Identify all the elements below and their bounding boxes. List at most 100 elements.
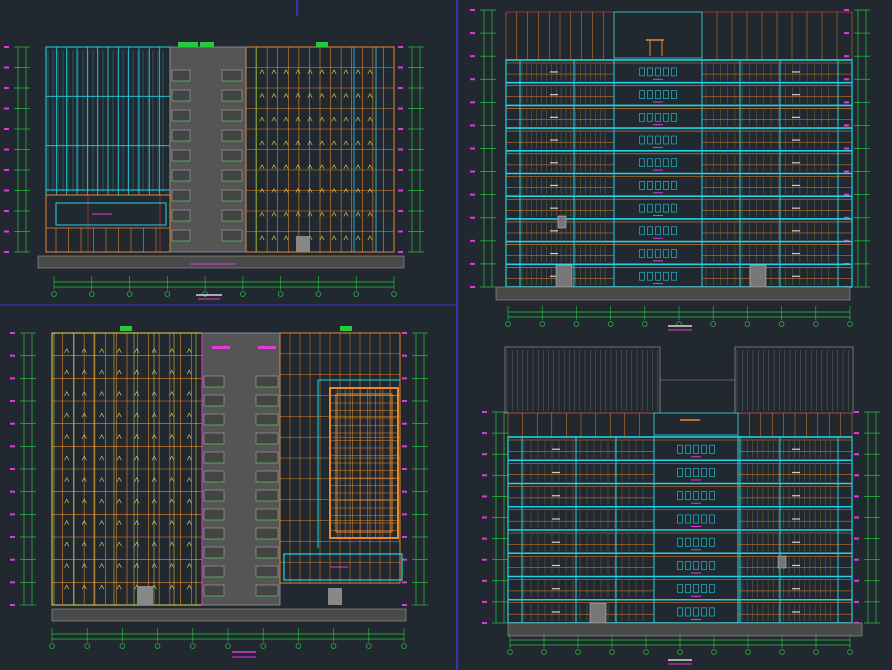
roof-label bbox=[316, 42, 328, 47]
balcony-left bbox=[203, 375, 225, 388]
ground-plinth bbox=[507, 622, 863, 637]
level-tag bbox=[470, 55, 475, 58]
balcony-right bbox=[221, 209, 243, 222]
room-label bbox=[550, 207, 558, 209]
level-tag bbox=[470, 239, 475, 242]
level-tag bbox=[10, 332, 15, 334]
room-label bbox=[792, 471, 800, 474]
balcony-right bbox=[221, 69, 243, 82]
level-tag bbox=[402, 558, 407, 561]
level-tag bbox=[10, 468, 15, 470]
balcony-left bbox=[203, 527, 225, 540]
balcony-right bbox=[255, 394, 279, 407]
level-tag bbox=[470, 147, 475, 150]
level-tag bbox=[398, 169, 403, 171]
room-label bbox=[552, 588, 560, 590]
room-label bbox=[792, 94, 800, 96]
balcony-right bbox=[255, 432, 279, 445]
level-tag bbox=[4, 148, 9, 151]
level-tag bbox=[4, 87, 9, 89]
level-tag bbox=[844, 9, 849, 11]
level-tag bbox=[470, 262, 475, 265]
level-tag bbox=[4, 251, 9, 253]
roof-tag bbox=[258, 346, 276, 349]
balcony-left bbox=[171, 189, 191, 202]
curtain-block-grid bbox=[330, 388, 398, 538]
door bbox=[777, 555, 787, 569]
balcony-left bbox=[203, 508, 225, 521]
level-tag bbox=[402, 354, 407, 357]
balcony-left bbox=[171, 129, 191, 142]
room-label bbox=[550, 230, 558, 232]
level-tag bbox=[402, 604, 407, 606]
balcony-right bbox=[255, 489, 279, 502]
level-tag bbox=[10, 604, 15, 606]
level-tag bbox=[398, 251, 403, 253]
level-tag bbox=[4, 128, 9, 130]
balcony-left bbox=[171, 109, 191, 122]
door bbox=[557, 215, 567, 229]
balcony-right bbox=[221, 229, 243, 242]
entrance-door bbox=[296, 236, 310, 252]
level-tag bbox=[402, 422, 407, 425]
level-tag bbox=[470, 193, 475, 196]
room-label bbox=[552, 564, 560, 567]
level-tag bbox=[482, 558, 487, 561]
level-tag bbox=[402, 445, 407, 448]
level-tag bbox=[10, 581, 15, 584]
balcony-right bbox=[255, 413, 279, 426]
balcony-left bbox=[171, 169, 191, 182]
balcony-left bbox=[171, 209, 191, 222]
level-tag bbox=[402, 332, 407, 334]
roof-tag bbox=[212, 346, 230, 349]
level-tag bbox=[470, 78, 475, 81]
level-tag bbox=[482, 474, 487, 477]
balcony-right bbox=[221, 149, 243, 162]
level-tag bbox=[470, 216, 475, 219]
room-label bbox=[552, 471, 560, 474]
level-tag bbox=[470, 170, 475, 173]
level-tag bbox=[482, 453, 487, 456]
level-tag bbox=[482, 579, 487, 582]
level-tag bbox=[854, 516, 859, 519]
roof-label bbox=[200, 42, 214, 47]
level-tag bbox=[854, 600, 859, 603]
level-tag bbox=[402, 468, 407, 470]
balcony-right bbox=[221, 189, 243, 202]
level-tag bbox=[10, 422, 15, 425]
level-tag bbox=[4, 46, 9, 48]
level-tag bbox=[482, 495, 487, 498]
room-label bbox=[792, 448, 800, 450]
room-label bbox=[792, 495, 800, 497]
room-label bbox=[792, 116, 800, 118]
level-tag bbox=[10, 513, 15, 516]
room-label bbox=[552, 541, 560, 543]
room-label bbox=[550, 139, 558, 141]
level-tag bbox=[844, 147, 849, 150]
cad-drawing-canvas[interactable] bbox=[0, 0, 892, 670]
level-tag bbox=[482, 537, 487, 540]
door bbox=[589, 602, 607, 624]
level-tag bbox=[398, 230, 403, 233]
level-tag bbox=[398, 107, 403, 110]
roof-label bbox=[340, 326, 352, 331]
level-tag bbox=[854, 453, 859, 456]
level-tag bbox=[844, 32, 849, 35]
level-tag bbox=[482, 411, 487, 413]
level-tag bbox=[10, 536, 15, 538]
room-label bbox=[792, 162, 800, 164]
level-tag bbox=[10, 354, 15, 357]
level-tag bbox=[470, 101, 475, 104]
balcony-right bbox=[221, 109, 243, 122]
balcony-left bbox=[203, 432, 225, 445]
room-label bbox=[550, 252, 558, 255]
level-tag bbox=[402, 377, 407, 380]
room-label bbox=[792, 230, 800, 232]
balcony-right bbox=[221, 129, 243, 142]
level-tag bbox=[470, 32, 475, 35]
room-label bbox=[792, 71, 800, 73]
level-tag bbox=[10, 558, 15, 561]
door bbox=[749, 264, 767, 288]
level-tag bbox=[854, 579, 859, 582]
room-label bbox=[792, 588, 800, 590]
